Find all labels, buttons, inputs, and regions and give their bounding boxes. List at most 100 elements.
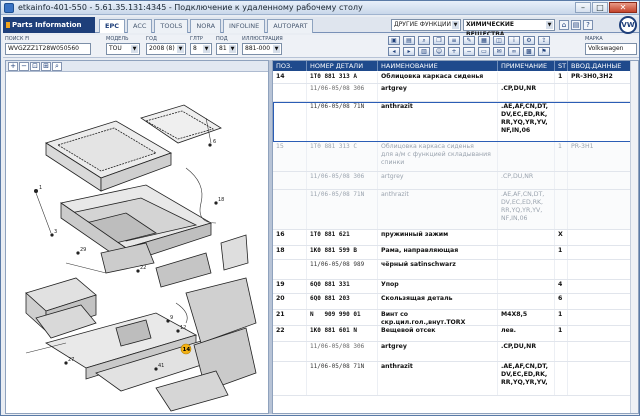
toolbar-print-icon[interactable]: ▤	[403, 36, 415, 45]
table-row[interactable]: 11/06-05/08 71N anthrazit .AE,AF,CN,DT, DV…	[273, 362, 638, 396]
header-note[interactable]: ПРИМЕЧАНИЕ	[498, 61, 555, 71]
vin-search-label: ПОИСК FI	[5, 36, 30, 42]
year-label: ГОД	[146, 36, 157, 42]
table-row[interactable]: 19 6Q0 881 331 Упор 4	[273, 280, 638, 294]
toolbar-table-icon[interactable]: ▥	[418, 47, 430, 56]
zoom-search-icon[interactable]: ⌕	[52, 62, 62, 71]
toolbar-plus-icon[interactable]: +	[448, 47, 460, 56]
toolbar-mail-icon[interactable]: ✉	[493, 47, 505, 56]
row-part-number: 11/06-05/08 306	[307, 84, 378, 101]
zoom-out-icon[interactable]: −	[19, 62, 29, 71]
gtr-field: ГЛТР 8 ▼	[190, 36, 212, 55]
toolbar-link-icon[interactable]: ∞	[508, 47, 520, 56]
toolbar-info-icon[interactable]: i	[508, 36, 520, 45]
row-st	[555, 260, 568, 279]
table-row[interactable]: 18 1K0 881 599 B Рама, направляющая 1	[273, 246, 638, 260]
row-name: Облицовка каркаса сиденья для а/м с функ…	[378, 142, 498, 171]
toolbar-forward-icon[interactable]: ▸	[403, 47, 415, 56]
row-name: Упор	[378, 280, 498, 293]
toolbar-copy-icon[interactable]: ❐	[433, 36, 445, 45]
toolbar-cart-icon[interactable]: ◫	[493, 36, 505, 45]
chevron-down-icon: ▼	[273, 45, 280, 53]
row-name: Винт со скр.цил.гол.,внут.TORX	[378, 310, 498, 325]
row-note: .CP,DU,NR	[498, 172, 555, 189]
toolbar-image-icon[interactable]: ▦	[478, 36, 490, 45]
table-row[interactable]: 20 6Q0 881 203 Скользящая деталь 6	[273, 294, 638, 310]
header-input-data[interactable]: ВВОД.ДАННЫЕ	[568, 61, 638, 71]
top-navigation: Parts Information EPC ACC TOOLS NORA INF…	[3, 16, 639, 38]
row-st	[555, 342, 568, 361]
tab-nora[interactable]: NORA	[190, 19, 222, 33]
tab-autopart[interactable]: AUTOPART	[267, 19, 314, 33]
vin-search-input[interactable]: WVGZZZ1T28W050560	[5, 43, 91, 55]
toolbar-note-icon[interactable]: ✎	[463, 36, 475, 45]
header-part-number[interactable]: НОМЕР ДЕТАЛИ	[307, 61, 378, 71]
table-row[interactable]: 21 N 909 990 01 Винт со скр.цил.гол.,внут.…	[273, 310, 638, 326]
print-icon[interactable]: ▤	[571, 20, 581, 30]
home-icon[interactable]: ⌂	[559, 20, 569, 30]
help-icon[interactable]: ?	[583, 20, 593, 30]
pod-select[interactable]: 81 ▼	[216, 43, 238, 55]
table-row[interactable]: 16 1T0 881 621 пружинный зажим X	[273, 230, 638, 246]
row-name: anthrazit	[378, 190, 498, 229]
toolbar-user-icon[interactable]: ☺	[433, 47, 445, 56]
table-row[interactable]: 11/06-05/08 71N anthrazit .AE,AF,CN,DT, DV…	[273, 190, 638, 230]
illustration-select[interactable]: 881-000 ▼	[242, 43, 282, 55]
toolbar-grid-icon[interactable]: ▩	[523, 47, 535, 56]
table-row[interactable]: 11/06-05/08 989 чёрный satinschwarz	[273, 260, 638, 280]
row-st: 1	[555, 326, 568, 341]
zoom-fit-icon[interactable]: ⊡	[30, 62, 40, 71]
illustration-label: ИЛЛЮСТРАЦИЯ	[242, 36, 283, 42]
toolbar-settings-icon[interactable]: ⚙	[523, 36, 535, 45]
tab-infoline[interactable]: INFOLINE	[223, 19, 266, 33]
row-part-number: 11/06-05/08 71N	[307, 362, 378, 395]
svg-text:41: 41	[158, 363, 164, 369]
table-scrollbar[interactable]	[630, 61, 638, 413]
other-functions-select[interactable]: ДРУГИЕ ФУНКЦИИ ▼	[391, 19, 461, 31]
row-st: 4	[555, 280, 568, 293]
zoom-reset-icon[interactable]: ⊞	[41, 62, 51, 71]
chevron-down-icon: ▼	[203, 45, 210, 53]
tab-tools[interactable]: TOOLS	[154, 19, 189, 33]
toolbar-back-icon[interactable]: ◂	[388, 47, 400, 56]
table-row[interactable]: 11/06-05/08 306 artgrey .CP,DU,NR	[273, 172, 638, 190]
model-value: TOU	[109, 45, 122, 52]
selected-part-callout-label: 14	[183, 347, 191, 353]
table-row[interactable]: 22 1K0 881 601 N Вещевой отсек лев. 1	[273, 326, 638, 342]
toolbar-list-icon[interactable]: ≡	[448, 36, 460, 45]
toolbar-save-icon[interactable]: ▣	[388, 36, 400, 45]
header-pos[interactable]: ПОЗ.	[273, 61, 307, 71]
maximize-icon[interactable]: □	[592, 2, 608, 13]
toolbar-minus-icon[interactable]: −	[463, 47, 475, 56]
toolbar-row-1: ▣ ▤ ⌕ ❐ ≡ ✎ ▦ ◫ i ⚙ ⇪	[388, 36, 550, 45]
svg-text:27: 27	[68, 357, 74, 363]
row-name: чёрный satinschwarz	[378, 260, 498, 279]
table-row[interactable]: 11/06-05/08 306 artgrey .CP,DU,NR	[273, 84, 638, 102]
toolbar-search-icon[interactable]: ⌕	[418, 36, 430, 45]
table-row[interactable]: 14 1T0 881 313 A Облицовка каркаса сиденья…	[273, 72, 638, 84]
year-select[interactable]: 2008 (8) ▼	[146, 43, 186, 55]
table-row[interactable]: 11/06-05/08 71N anthrazit .AE,AF,CN,DT, DV…	[273, 102, 638, 142]
brand-text: Parts Information	[12, 21, 82, 29]
exploded-seat-diagram[interactable]: 1 3 6 9 12 27 41 18 22 29 14	[6, 73, 268, 413]
header-name[interactable]: НАИМЕНОВАНИЕ	[378, 61, 498, 71]
table-row[interactable]: 11/06-05/08 306 artgrey .CP,DU,NR	[273, 342, 638, 362]
toolbar-folder-icon[interactable]: ▭	[478, 47, 490, 56]
parts-table-pane: ПОЗ. НОМЕР ДЕТАЛИ НАИМЕНОВАНИЕ ПРИМЕЧАНИ…	[272, 60, 639, 414]
row-input-data	[568, 280, 638, 293]
model-select[interactable]: TOU ▼	[106, 43, 140, 55]
header-st[interactable]: ST	[555, 61, 568, 71]
close-icon[interactable]: ✕	[609, 2, 637, 13]
svg-text:3: 3	[54, 229, 57, 235]
tab-epc[interactable]: EPC	[99, 19, 125, 33]
minimize-icon[interactable]: –	[575, 2, 591, 13]
chemicals-select[interactable]: ХИМИЧЕСКИЕ ВЕЩЕСТВА ▼	[463, 19, 555, 38]
tab-acc[interactable]: ACC	[126, 19, 153, 33]
toolbar-flag-icon[interactable]: ⚑	[538, 47, 550, 56]
toolbar-export-icon[interactable]: ⇪	[538, 36, 550, 45]
table-row[interactable]: 15 1T0 881 313 C Облицовка каркаса сиденья…	[273, 142, 638, 172]
zoom-in-icon[interactable]: +	[8, 62, 18, 71]
gtr-select[interactable]: 8 ▼	[190, 43, 212, 55]
row-note: .AE,AF,CN,DT, DV,EC,ED,RK, RR,YQ,YR,YV, …	[498, 102, 555, 141]
row-st	[555, 190, 568, 229]
